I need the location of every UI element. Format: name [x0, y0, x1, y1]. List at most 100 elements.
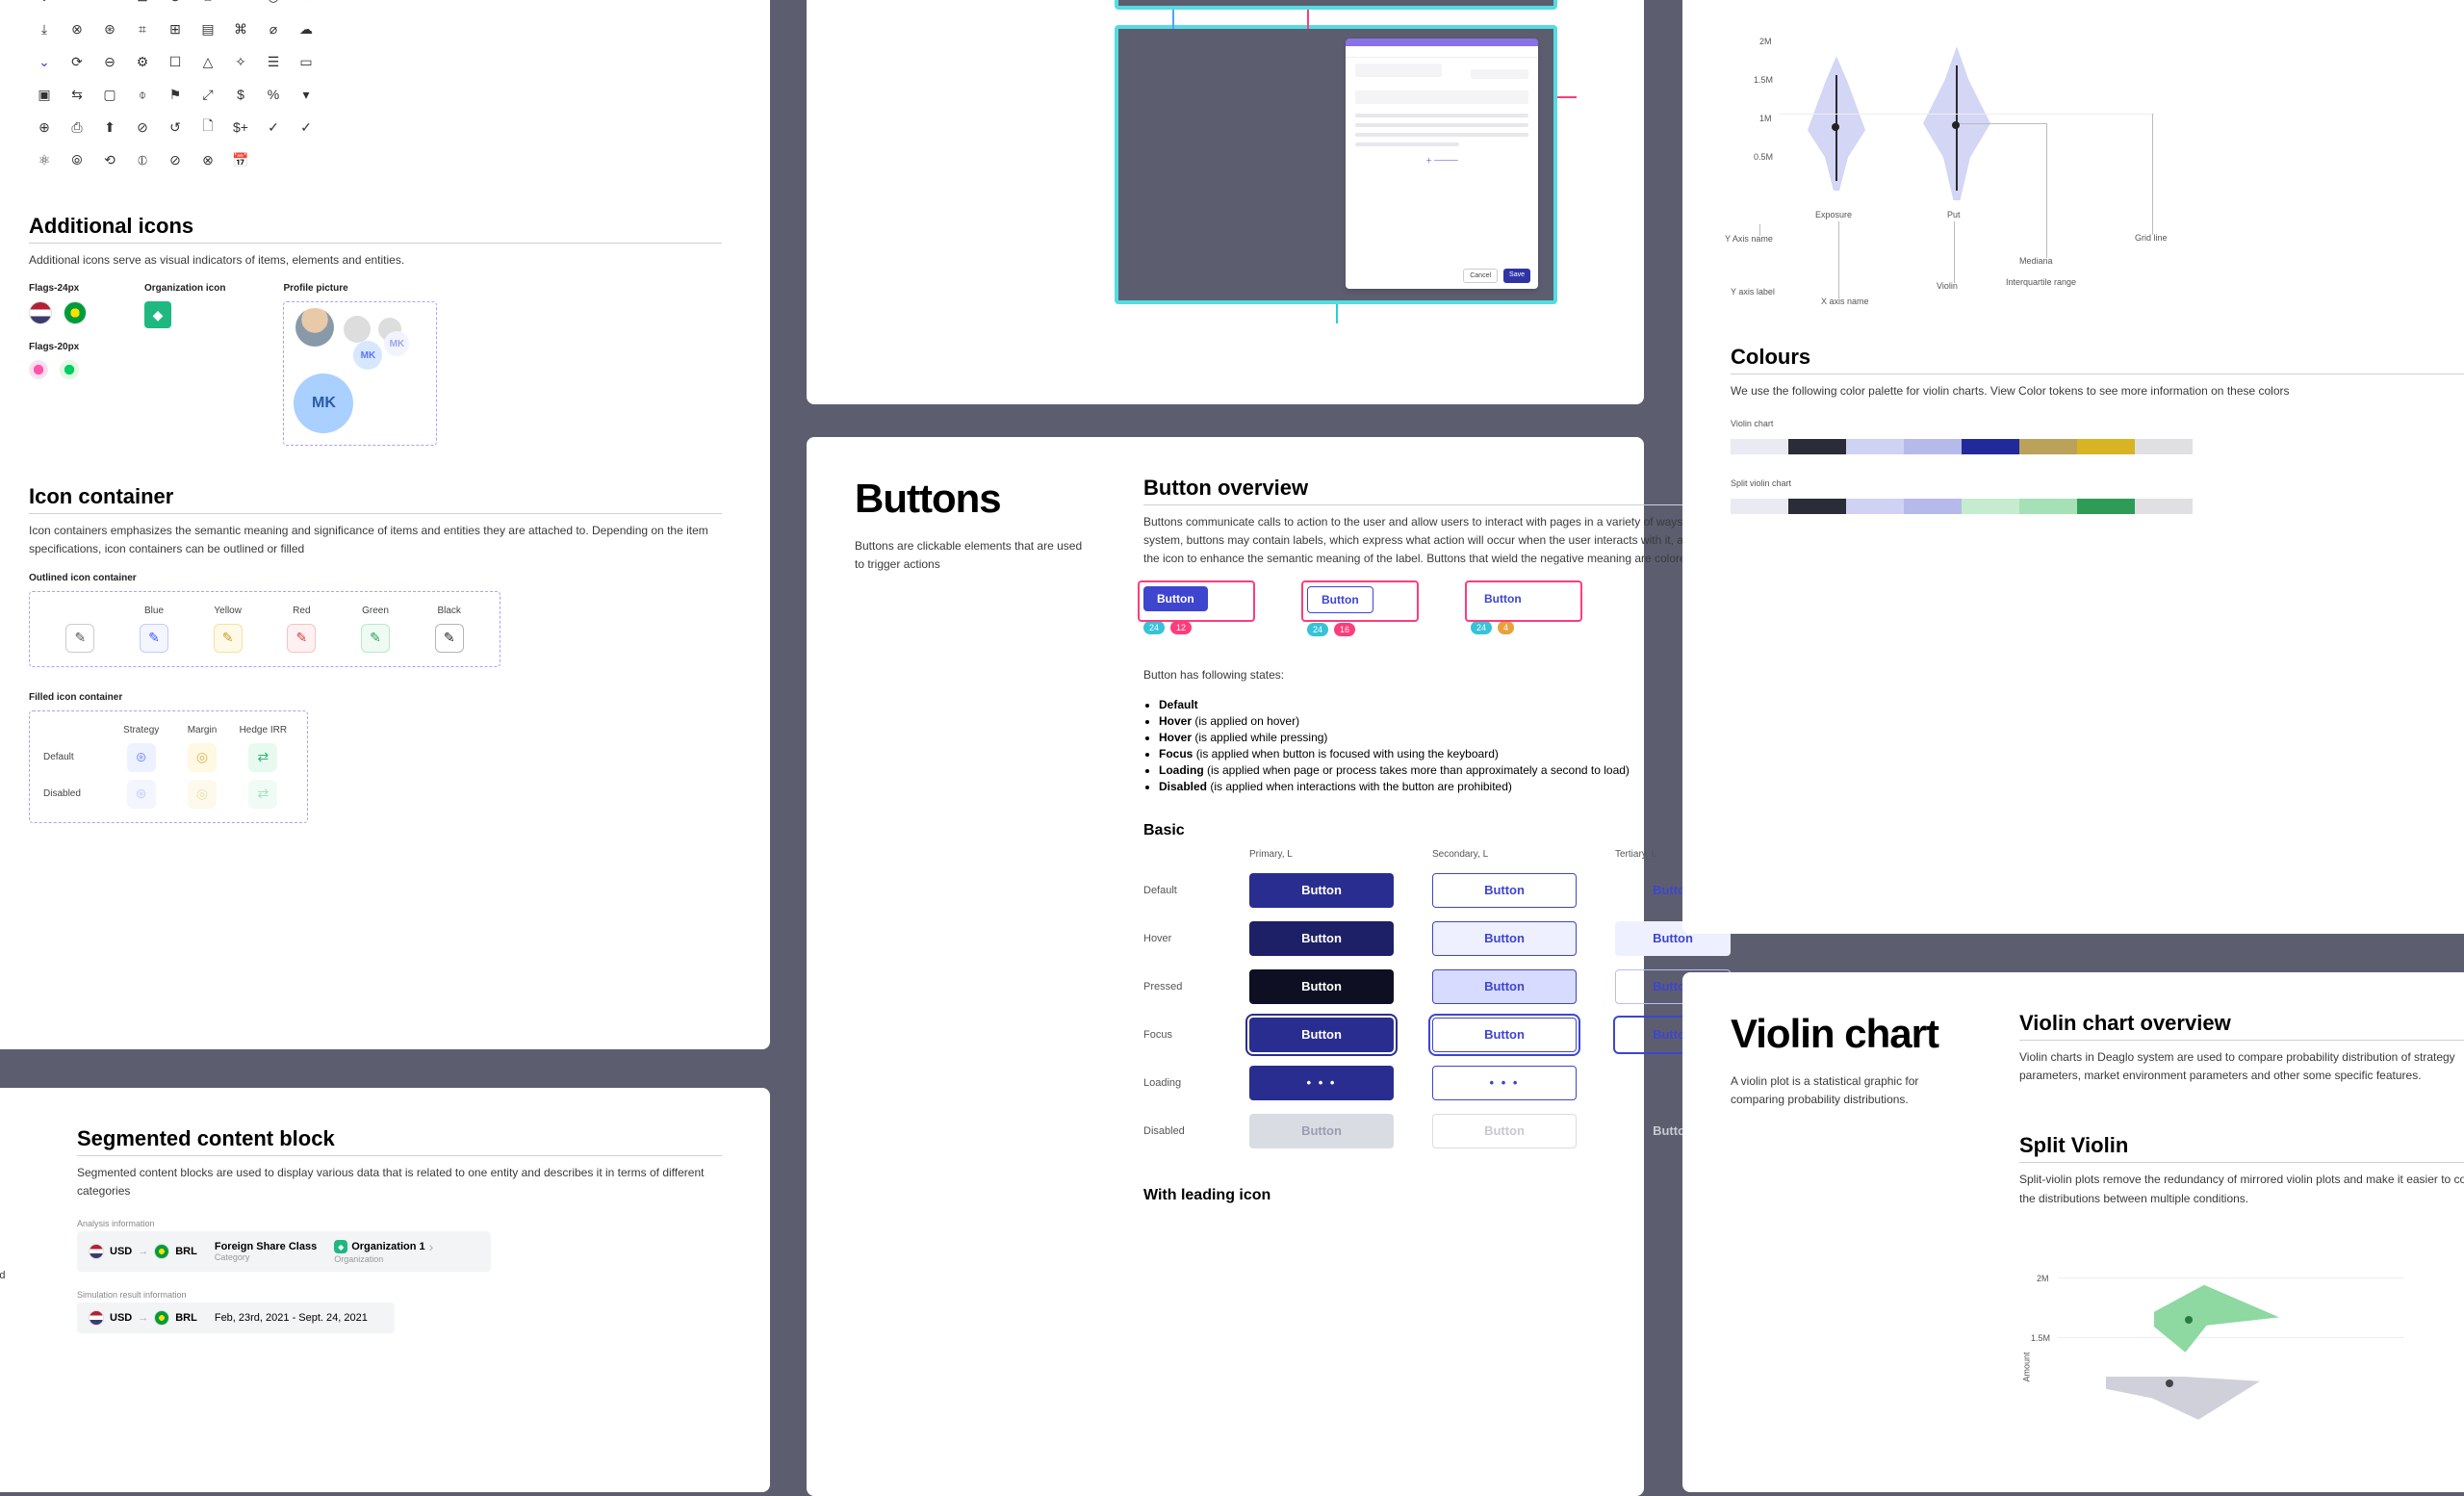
swatch [1962, 439, 2019, 454]
segmented-heading: Segmented content block [77, 1126, 722, 1156]
spec-tag: 24 [1307, 623, 1328, 636]
icon-generic: ⬇ [29, 0, 60, 12]
filled-icon-container-table: Strategy Margin Hedge IRR Default ⊛ ◎ ⇄ … [29, 710, 308, 823]
violin-chart-card: Violin chart A violin plot is a statisti… [1682, 972, 2464, 1492]
violin-sub: A violin plot is a statistical graphic f… [1731, 1072, 1962, 1109]
state-note: (is applied on hover) [1194, 714, 1299, 728]
modal-preview-bar [1115, 0, 1557, 10]
primary-button[interactable]: Button [1249, 873, 1394, 908]
icon-generic: ⚛ [29, 144, 60, 175]
anno-median: Mediana [2019, 256, 2053, 266]
icon-generic: ⊕ [160, 0, 191, 12]
y-tick: 2M [1759, 37, 1772, 46]
buttons-title: Buttons [855, 476, 1086, 522]
icon-generic: ◔ [291, 0, 321, 12]
swatch [1788, 499, 1846, 514]
avatar-initials-large-icon: MK [294, 374, 353, 433]
states-intro: Button has following states: [1143, 666, 1731, 684]
guide-line [1172, 10, 1174, 29]
additional-icons-desc: Additional icons serve as visual indicat… [29, 251, 722, 270]
icon-generic: ▭ [291, 46, 321, 77]
icon-generic: ⊗ [62, 13, 92, 44]
split-violin-heading: Split Violin [2019, 1133, 2464, 1163]
icon-generic: 🗋 [192, 112, 223, 142]
spec-tag: 12 [1170, 621, 1192, 634]
org-icon-label: Organization icon [144, 283, 225, 294]
violin-overview-heading: Violin chart overview [2019, 1011, 2464, 1041]
modal-save-button[interactable]: Save [1503, 269, 1530, 283]
icon-generic: % [258, 79, 289, 110]
organization-icon: ◆ [144, 301, 171, 328]
median-dot-icon [2185, 1316, 2193, 1324]
flags24-label: Flags-24px [29, 283, 87, 294]
row-label: Disabled [1143, 1125, 1230, 1137]
split-violin-figure: 2M 1.5M Amount [2019, 1227, 2443, 1478]
profile-picture-variants: MK MK MK [283, 301, 437, 446]
currency-from: USD [110, 1246, 132, 1257]
icon-generic: ✓ [258, 112, 289, 142]
primary-button[interactable]: Button [1249, 1018, 1394, 1052]
modal-cancel-button[interactable]: Cancel [1463, 269, 1498, 283]
icon-generic: ▢ [94, 79, 125, 110]
category-name: Foreign Share Class [215, 1241, 317, 1252]
y-tick: 1.5M [1754, 75, 1773, 85]
filled-label: Filled icon container [29, 692, 722, 703]
y-tick: 1.5M [2031, 1333, 2050, 1343]
icon-generic: ⊛ [94, 13, 125, 44]
pencil-icon: ✎ [214, 624, 243, 653]
profile-label: Profile picture [283, 283, 437, 294]
icon-generic: ↺ [160, 112, 191, 142]
icon-generic: △ [192, 46, 223, 77]
split-swatches [1731, 499, 2193, 514]
violin-anatomy-card: Anatomy Violin charts consist of axis na… [1682, 0, 2464, 934]
state-name: Focus [1159, 747, 1193, 761]
secondary-button[interactable]: Button [1432, 969, 1577, 1004]
swatch [1731, 439, 1788, 454]
additional-icons-heading: Additional icons [29, 214, 722, 244]
outlined-label: Outlined icon container [29, 573, 722, 583]
secondary-button[interactable]: Button [1432, 873, 1577, 908]
y-tick: 1M [1759, 114, 1772, 123]
secondary-button-loading[interactable] [1432, 1066, 1577, 1100]
simulation-info-block[interactable]: USD→BRL Feb, 23rd, 2021 - Sept. 24, 2021 [77, 1303, 395, 1333]
swatch [1904, 439, 1962, 454]
split-violin-body: Split-violin plots remove the redundancy… [2019, 1171, 2464, 1207]
chevron-right-icon[interactable]: › [429, 1239, 434, 1254]
basic-label: Basic [1143, 822, 1731, 839]
state-name: Hover [1159, 731, 1192, 744]
icon-generic: ⌽ [127, 79, 158, 110]
button-variant-grid: Primary, L Secondary, L Tertiary, L Defa… [1143, 849, 1731, 1148]
primary-button[interactable]: Button [1249, 921, 1394, 956]
currency-from: USD [110, 1312, 132, 1324]
content-blocks-desc: nt blocks address a variety of user ce n… [0, 1234, 19, 1302]
avatar-photo-icon [295, 308, 334, 347]
swatch [1962, 499, 2019, 514]
secondary-button-demo[interactable]: Button [1307, 586, 1373, 613]
secondary-button[interactable]: Button [1432, 921, 1577, 956]
avatar-initials-icon: MK [353, 341, 382, 370]
state-name: Loading [1159, 763, 1204, 777]
state-note: (is applied while pressing) [1194, 731, 1327, 744]
row-label: Hover [1143, 933, 1230, 944]
spec-tag: 24 [1471, 621, 1492, 634]
icon-generic: ⦶ [127, 144, 158, 175]
icon-generic: ▤ [192, 13, 223, 44]
flag-us-icon [89, 1310, 104, 1326]
analysis-info-block[interactable]: USD→BRL Foreign Share ClassCategory ◆Org… [77, 1231, 491, 1272]
icon-container-heading: Icon container [29, 484, 722, 514]
icon-generic: ⚙ [127, 46, 158, 77]
anno-xaxis: X axis name [1821, 297, 1869, 306]
modal-add-link[interactable]: ＋ ───── [1346, 156, 1538, 166]
primary-button-loading[interactable] [1249, 1066, 1394, 1100]
secondary-button[interactable]: Button [1432, 1018, 1577, 1052]
split-violin-half [2106, 1343, 2260, 1420]
strategy-icon: ⊛ [127, 780, 156, 809]
col-label: Black [412, 606, 486, 616]
primary-button[interactable]: Button [1249, 969, 1394, 1004]
row-label: Default [1143, 885, 1230, 896]
col-label: Yellow [191, 606, 265, 616]
tertiary-button-demo[interactable]: Button [1471, 586, 1535, 611]
icon-generic: ◎ [258, 0, 289, 12]
row-label: Pressed [1143, 981, 1230, 993]
primary-button-demo[interactable]: Button [1143, 586, 1208, 611]
